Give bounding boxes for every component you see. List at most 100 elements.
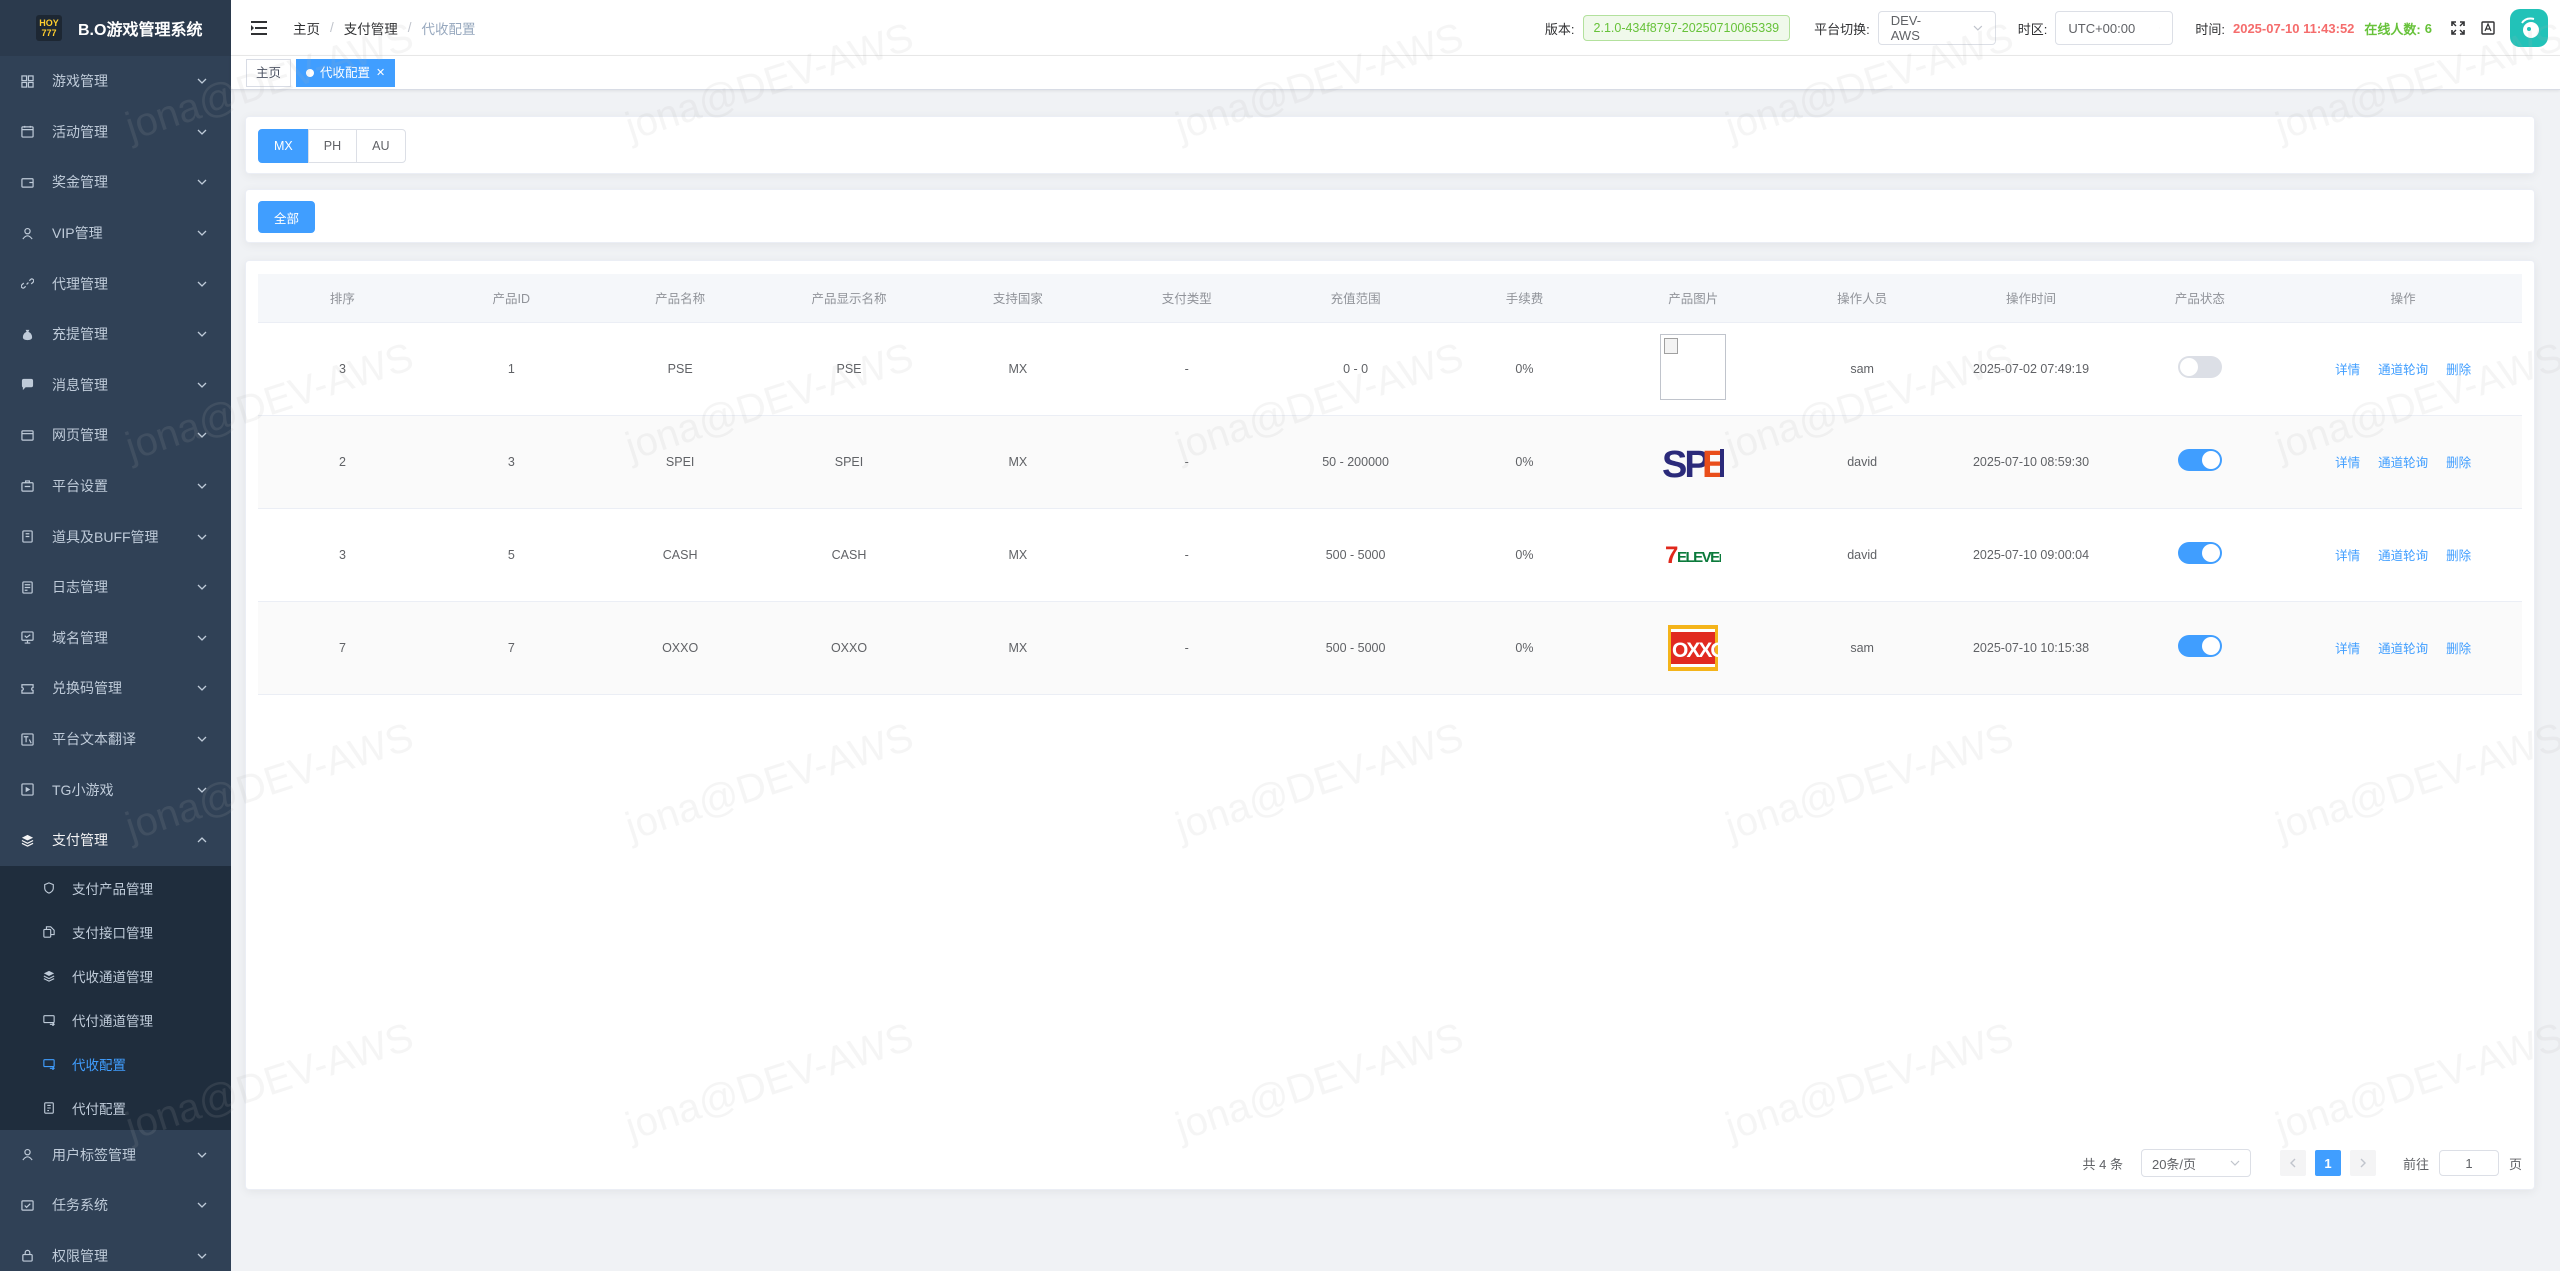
submenu-item[interactable]: 代收配置	[0, 1042, 231, 1086]
plug-icon	[42, 925, 56, 939]
status-toggle[interactable]	[2177, 542, 2222, 564]
sidebar-item-label: 支付管理	[52, 832, 108, 849]
sidebar-item-settings[interactable]: 平台设置	[0, 461, 231, 512]
settings-icon	[20, 479, 34, 492]
submenu-item[interactable]: 支付接口管理	[0, 910, 231, 954]
sidebar-item-gamepad[interactable]: TG小游戏	[0, 764, 231, 815]
channel-polling-link[interactable]: 通道轮询	[2378, 549, 2428, 563]
cell-payment-type: -	[1102, 508, 1272, 602]
chevron-down-icon	[197, 787, 207, 793]
close-icon[interactable]: ✕	[376, 60, 385, 86]
timezone-select[interactable]: UTC+00:00	[2055, 11, 2174, 45]
all-button[interactable]: 全部	[258, 201, 316, 233]
sidebar-item-wallet[interactable]: 奖金管理	[0, 157, 231, 208]
sidebar-item-monitor[interactable]: 域名管理	[0, 613, 231, 664]
cell-fee: 0%	[1440, 508, 1609, 602]
message-icon	[21, 379, 33, 391]
chevron-up-icon	[197, 837, 207, 843]
detail-link[interactable]: 详情	[2335, 549, 2360, 563]
country-tab-au[interactable]: AU	[356, 129, 406, 163]
sidebar-item-lock[interactable]: 权限管理	[0, 1231, 231, 1271]
submenu-item[interactable]: 支付产品管理	[0, 866, 231, 910]
sidebar-item-user-tag[interactable]: 用户标签管理	[0, 1130, 231, 1181]
sidebar-item-calendar[interactable]: 活动管理	[0, 107, 231, 158]
gamepad-icon	[20, 783, 34, 797]
cell-country: MX	[933, 322, 1103, 416]
sidebar-item-box[interactable]: 道具及BUFF管理	[0, 511, 231, 562]
sidebar-item-label: 用户标签管理	[52, 1146, 136, 1163]
tag-collection-config[interactable]: 代收配置 ✕	[296, 58, 396, 87]
submenu-item-label: 代付配置	[72, 1101, 126, 1117]
page-size-select[interactable]: 20条/页	[2140, 1149, 2251, 1177]
sidebar-item-money-bag[interactable]: 充提管理	[0, 309, 231, 360]
delete-link[interactable]: 删除	[2446, 642, 2471, 656]
breadcrumb: 主页 / 支付管理 / 代收配置	[293, 18, 476, 38]
prev-page-button[interactable]	[2279, 1150, 2306, 1176]
cell-product-id: 3	[426, 415, 596, 509]
cell-product-name: OXXO	[595, 601, 765, 695]
breadcrumb-home[interactable]: 主页	[293, 18, 320, 38]
submenu-item[interactable]: 代付配置	[0, 1086, 231, 1130]
sidebar-item-browser[interactable]: 网页管理	[0, 410, 231, 461]
detail-link[interactable]: 详情	[2335, 363, 2360, 377]
table-row: 77OXXOOXXOMX-500 - 50000%OXXOsam2025-07-…	[258, 601, 2522, 695]
lock-icon	[20, 1249, 34, 1263]
chevron-down-icon	[2230, 1160, 2240, 1166]
status-toggle[interactable]	[2177, 635, 2222, 657]
breadcrumb-payment[interactable]: 支付管理	[344, 18, 398, 38]
sidebar-item-link[interactable]: 代理管理	[0, 258, 231, 309]
status-toggle[interactable]	[2177, 449, 2222, 471]
chevron-down-icon	[197, 1253, 207, 1259]
submenu-item[interactable]: 代付通道管理	[0, 998, 231, 1042]
shield-icon	[42, 881, 56, 895]
channel-polling-link[interactable]: 通道轮询	[2378, 642, 2428, 656]
chevron-down-icon	[197, 685, 207, 692]
next-page-button[interactable]	[2349, 1150, 2376, 1176]
country-tab-mx[interactable]: MX	[258, 129, 309, 163]
version-label: 版本:	[1544, 21, 1575, 37]
fullscreen-icon[interactable]	[2450, 20, 2466, 36]
column-header: 产品状态	[2115, 274, 2285, 323]
monitor-icon	[20, 631, 34, 645]
sidebar-item-message[interactable]: 消息管理	[0, 360, 231, 411]
table-row: 3 1 PSE PSE MX -0 - 0 0% sam 2025-07-02 07:49:19…	[258, 322, 2522, 416]
sidebar-item-task[interactable]: 任务系统	[0, 1180, 231, 1231]
sidebar-item-user[interactable]: VIP管理	[0, 208, 231, 259]
delete-link[interactable]: 删除	[2446, 363, 2471, 377]
link-icon	[20, 278, 34, 289]
sidebar-item-ticket[interactable]: 兑换码管理	[0, 663, 231, 714]
goto-page-input[interactable]	[2438, 1150, 2499, 1176]
message-icon	[20, 378, 34, 392]
sidebar-item-log[interactable]: 日志管理	[0, 562, 231, 613]
submenu-item[interactable]: 代收通道管理	[0, 954, 231, 998]
status-toggle[interactable]	[2177, 356, 2222, 378]
platform-select[interactable]: DEV-AWS	[1877, 11, 1996, 45]
timezone-label: 时区:	[2017, 21, 2048, 37]
browser-icon	[20, 430, 34, 441]
sidebar: HOY 777 B.O游戏管理系统 游戏管理活动管理 奖金管理 VIP管理代理管理充…	[0, 0, 231, 1271]
cell-operation-time: 2025-07-10 09:00:04	[1946, 508, 2116, 602]
detail-link[interactable]: 详情	[2335, 456, 2360, 470]
sidebar-item-label: VIP管理	[52, 225, 103, 242]
chevron-down-icon	[197, 1152, 207, 1158]
page-number-current[interactable]: 1	[2314, 1150, 2341, 1176]
table-card: 排序 产品ID 产品名称 产品显示名称 支持国家 支付类型 充值范围 手续费 产品图片 操作人员操…	[245, 260, 2535, 1190]
sidebar-item-translate[interactable]: 平台文本翻译	[0, 714, 231, 765]
delete-link[interactable]: 删除	[2446, 456, 2471, 470]
sidebar-item-layers[interactable]: 支付管理	[0, 815, 231, 866]
cell-status	[2115, 322, 2285, 416]
hamburger-icon[interactable]	[249, 18, 269, 38]
cell-operator: david	[1777, 415, 1947, 509]
tag-home[interactable]: 主页	[246, 58, 292, 87]
detail-link[interactable]: 详情	[2335, 642, 2360, 656]
delete-link[interactable]: 删除	[2446, 549, 2471, 563]
sidebar-item-label: 游戏管理	[52, 73, 108, 90]
sidebar-item-grid[interactable]: 游戏管理	[0, 56, 231, 107]
channel-polling-link[interactable]: 通道轮询	[2378, 456, 2428, 470]
chevron-down-icon	[2159, 27, 2161, 29]
avatar[interactable]	[2510, 9, 2548, 47]
channel-polling-link[interactable]: 通道轮询	[2378, 363, 2428, 377]
language-icon[interactable]	[2480, 20, 2496, 36]
sidebar-logo[interactable]: HOY 777 B.O游戏管理系统	[0, 0, 231, 56]
country-tab-ph[interactable]: PH	[307, 129, 358, 163]
